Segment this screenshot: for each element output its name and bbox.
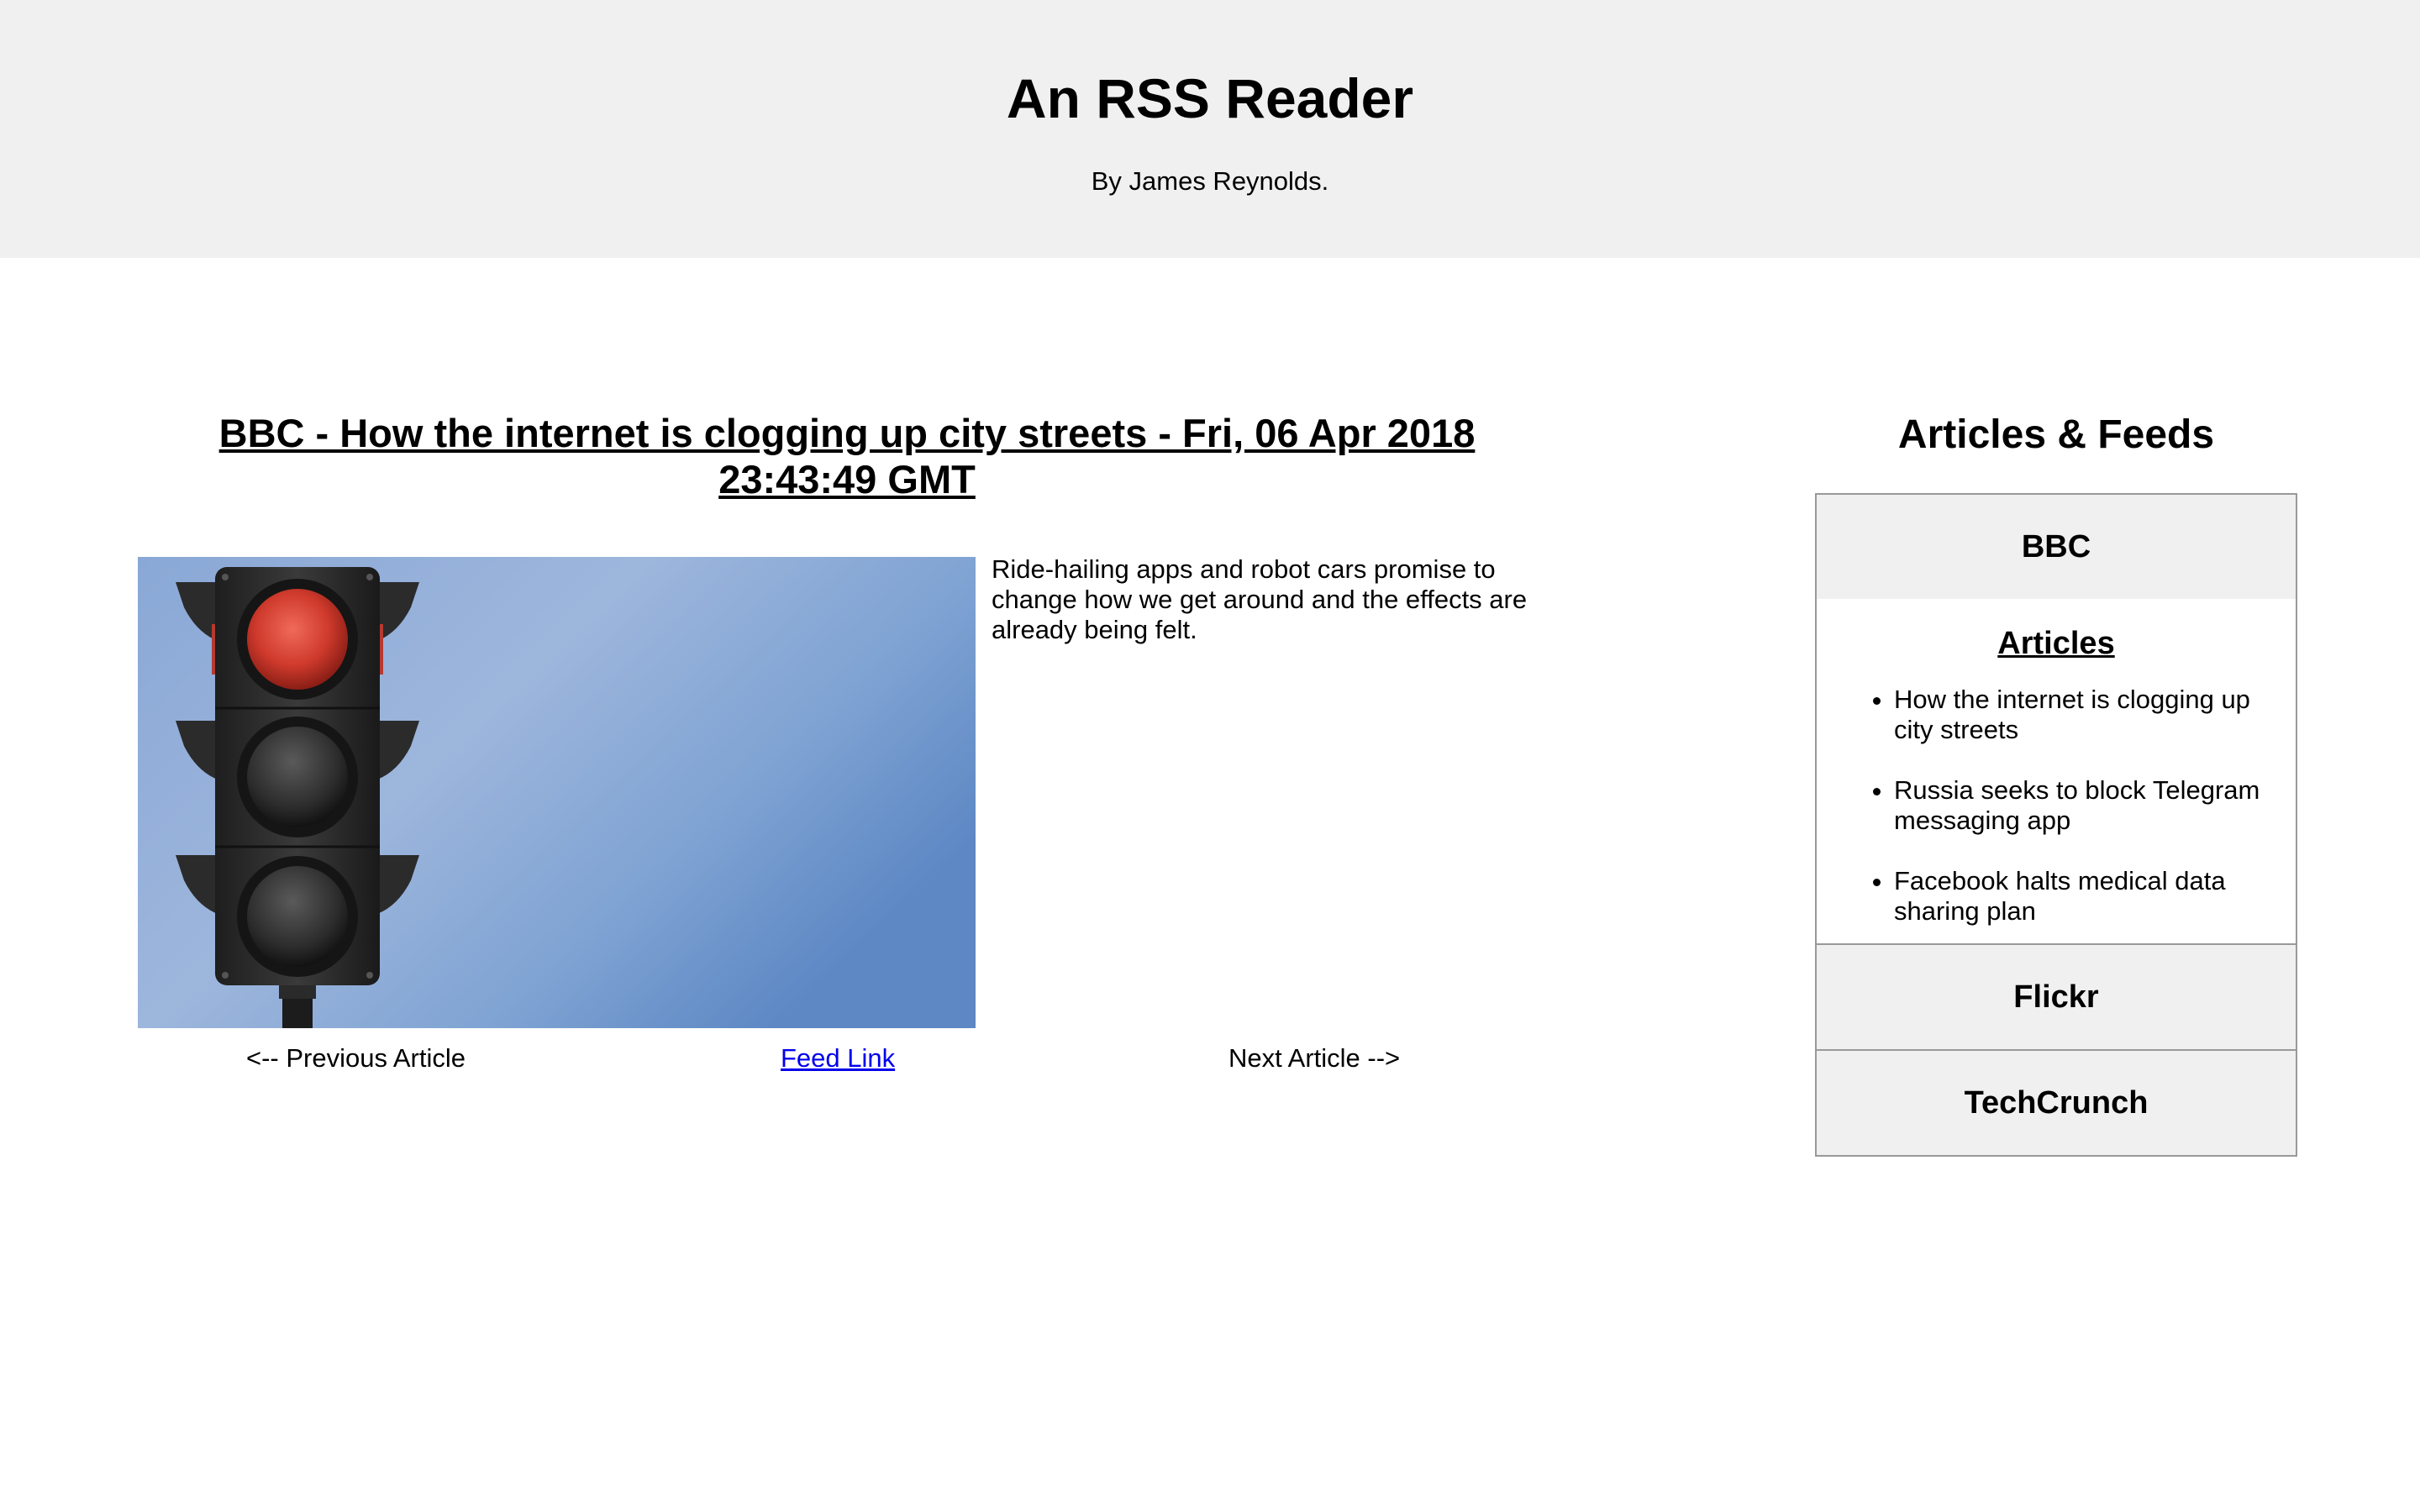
feed-header-techcrunch[interactable]: TechCrunch — [1817, 1051, 2296, 1155]
site-title: An RSS Reader — [1006, 67, 1414, 129]
article-title-link[interactable]: BBC - How the internet is clogging up ci… — [138, 410, 1556, 502]
site-header: An RSS Reader By James Reynolds. — [0, 0, 2420, 258]
article-description: Ride-hailing apps and robot cars promise… — [992, 554, 1528, 644]
feed-link[interactable]: Feed Link — [781, 1042, 895, 1075]
articles-list: How the internet is clogging up city str… — [1817, 685, 2296, 927]
list-item[interactable]: Russia seeks to block Telegram messaging… — [1894, 775, 2279, 836]
feeds-accordion: BBC Articles How the internet is cloggin… — [1815, 493, 2297, 1157]
articles-heading: Articles — [1997, 626, 2115, 661]
sidebar-title: Articles & Feeds — [1897, 412, 2215, 457]
previous-article-button[interactable]: <-- Previous Article — [246, 1042, 466, 1075]
feed-header-flickr[interactable]: Flickr — [1817, 945, 2296, 1049]
list-item[interactable]: How the internet is clogging up city str… — [1894, 685, 2279, 745]
feed-header-bbc[interactable]: BBC — [1817, 495, 2296, 599]
list-item[interactable]: Facebook halts medical data sharing plan — [1894, 866, 2279, 927]
next-article-button[interactable]: Next Article --> — [1228, 1042, 1400, 1075]
site-byline: By James Reynolds. — [1091, 166, 1329, 196]
article-image — [138, 557, 976, 1028]
feed-body-bbc: Articles How the internet is clogging up… — [1817, 599, 2296, 943]
